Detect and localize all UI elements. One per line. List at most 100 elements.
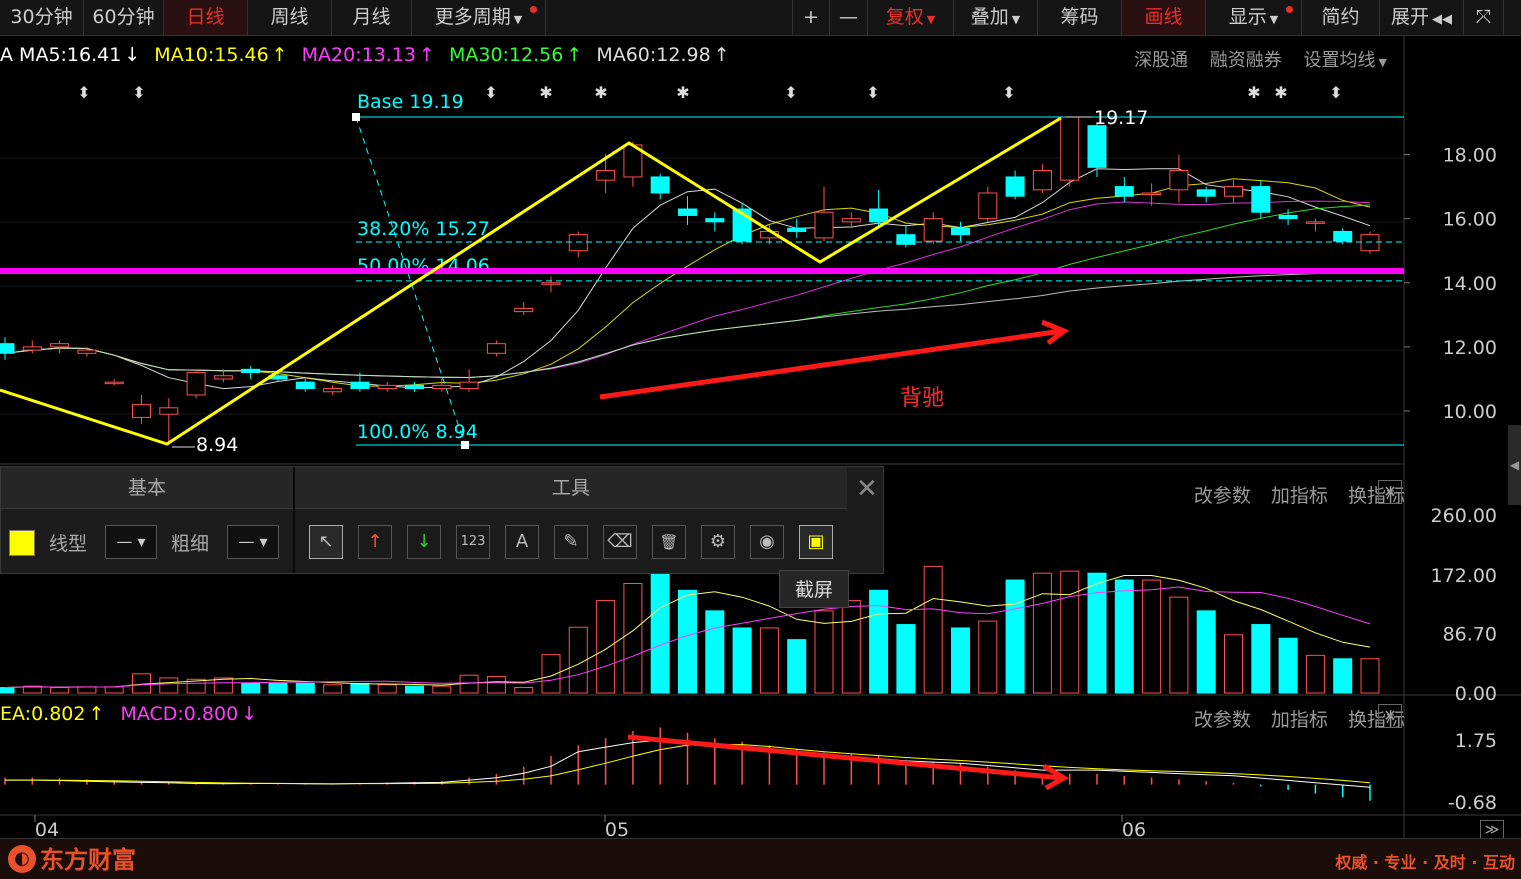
- price-tick-label: 10.00: [1443, 401, 1497, 423]
- candle-body: [814, 211, 834, 239]
- screenshot-icon[interactable]: ▣: [799, 525, 833, 559]
- pointer-icon[interactable]: ↖: [309, 525, 343, 559]
- candle-body: [1060, 116, 1080, 181]
- volume-bar: [104, 686, 124, 694]
- volume-bar: [678, 589, 697, 694]
- macd-histogram: 1.75 -0.68 04 05 06: [4, 727, 1497, 838]
- volume-bar: [596, 600, 616, 694]
- logo: ◐ 东方财富: [8, 845, 136, 875]
- candle-body: [978, 192, 998, 220]
- side-panel-toggle[interactable]: ◀: [1508, 425, 1521, 505]
- candle-body: [486, 343, 506, 354]
- date-tick-label: 05: [605, 819, 629, 838]
- volume-bar: [1251, 624, 1271, 694]
- add-indicator-link[interactable]: 加指标: [1271, 709, 1328, 731]
- candle-body: [432, 384, 452, 390]
- volume-bar: [0, 687, 15, 694]
- line-type-dropdown[interactable]: — ▾: [105, 525, 157, 559]
- event-marker-icon: ✱: [594, 83, 607, 102]
- volume-bar: [295, 682, 315, 694]
- volume-bar: [1333, 658, 1353, 694]
- volume-bar: [650, 572, 670, 694]
- fib-100-label: 100.0% 8.94: [357, 421, 478, 443]
- ruler-icon[interactable]: ✎: [554, 525, 588, 559]
- candle-body: [377, 384, 397, 390]
- candle-body: [1114, 186, 1134, 197]
- volume-bar: [732, 627, 752, 694]
- thickness-dropdown[interactable]: — ▾: [227, 525, 279, 559]
- change-params-link[interactable]: 改参数: [1194, 709, 1251, 731]
- candle-body: [295, 381, 315, 390]
- ma20-line: [4, 200, 1371, 379]
- divergence-arrow: [599, 328, 1063, 400]
- candle-body: [104, 381, 124, 385]
- volume-bar: [50, 687, 70, 694]
- line-type-label: 线型: [49, 533, 88, 555]
- scroll-right-icon[interactable]: ≫: [1480, 820, 1504, 840]
- tab-tools[interactable]: 工具: [295, 467, 847, 509]
- price-tick-label: 18.00: [1443, 145, 1497, 167]
- candle-body: [1032, 170, 1052, 191]
- close-icon[interactable]: ✕: [1378, 480, 1402, 504]
- close-icon[interactable]: ✕: [1378, 704, 1402, 728]
- price-tick-label: 16.00: [1443, 209, 1497, 231]
- candle-body: [459, 381, 479, 390]
- volume-bar: [1114, 579, 1134, 694]
- settings-icon[interactable]: ⚙: [701, 525, 735, 559]
- candle-body: [923, 218, 943, 242]
- text-icon[interactable]: A: [505, 525, 539, 559]
- ma30-line: [4, 204, 1371, 379]
- drawing-overlay: Base 19.1938.20% 15.2750.00% 14.06100.0%…: [0, 83, 1404, 456]
- screenshot-tooltip: 截屏: [779, 570, 849, 608]
- volume-bar: [432, 685, 452, 694]
- candle-body: [787, 227, 807, 232]
- number-icon[interactable]: 123: [456, 525, 490, 559]
- tab-basic[interactable]: 基本: [1, 467, 293, 509]
- volume-bar: [1305, 654, 1325, 694]
- fib-handle: [352, 113, 360, 121]
- candle-body: [541, 282, 561, 285]
- candle-body: [1196, 189, 1216, 197]
- dea-value: EA:0.802 ↑: [0, 703, 104, 725]
- volume-bar: [486, 676, 506, 694]
- trash-icon[interactable]: 🗑: [652, 525, 686, 559]
- change-params-link[interactable]: 改参数: [1194, 485, 1251, 507]
- price-tick-label: 12.00: [1443, 337, 1497, 359]
- candle-body: [1251, 186, 1271, 213]
- volume-bar: [1087, 572, 1107, 694]
- volume-bar: [541, 654, 561, 694]
- volume-bar: [1005, 579, 1025, 694]
- event-marker-icon: ⬍: [1002, 83, 1015, 102]
- volume-bar: [459, 674, 479, 694]
- line-color-swatch[interactable]: [9, 530, 35, 556]
- volume-bar: [1224, 634, 1243, 694]
- up-arrow-icon[interactable]: ↑: [358, 525, 392, 559]
- macd-options: 改参数 加指标 换指标: [1180, 705, 1405, 732]
- candle-body: [50, 343, 70, 348]
- price-tick-label: 14.00: [1443, 273, 1497, 295]
- candle-body: [241, 368, 261, 374]
- volume-bar: [1142, 579, 1162, 694]
- eraser-icon[interactable]: ⌫: [603, 525, 637, 559]
- candle-body: [77, 349, 97, 354]
- eye-icon[interactable]: ◉: [750, 525, 784, 559]
- candle-body: [568, 234, 588, 252]
- peak-label: 19.17: [1094, 107, 1148, 129]
- logo-text: 东方财富: [40, 846, 136, 874]
- down-arrow-icon[interactable]: ↓: [407, 525, 441, 559]
- event-marker-icon: ⬍: [132, 83, 145, 102]
- volume-bar: [951, 627, 970, 694]
- volume-bar: [213, 677, 233, 694]
- volume-bar: [159, 677, 179, 694]
- candle-body: [1278, 214, 1298, 220]
- macd-legend: EA:0.802 ↑ MACD:0.800 ↓: [0, 703, 257, 725]
- close-icon[interactable]: ✕: [856, 474, 878, 504]
- add-indicator-link[interactable]: 加指标: [1271, 485, 1328, 507]
- volume-bar: [978, 620, 998, 694]
- candle-body: [705, 218, 725, 223]
- candle-body: [1305, 221, 1325, 224]
- volume-tick-label: 260.00: [1431, 505, 1497, 527]
- fib-base-label: Base 19.19: [357, 91, 464, 113]
- macd-value: MACD:0.800 ↓: [120, 703, 257, 725]
- candle-body: [1005, 176, 1025, 197]
